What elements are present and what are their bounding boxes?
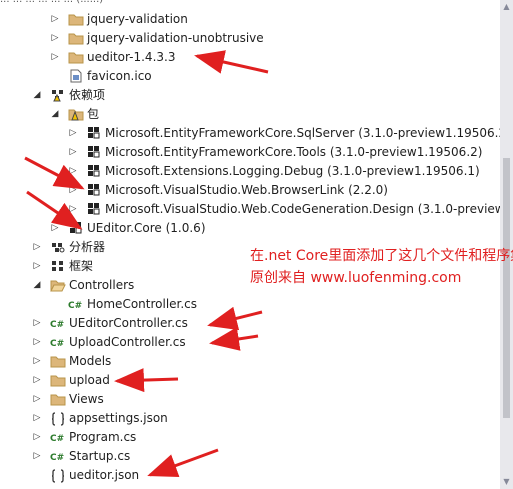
arrow-ueditor-folder [194,50,269,74]
scroll-up-icon[interactable]: ▲ [502,2,511,12]
scroll-down-icon[interactable]: ▼ [502,477,511,487]
arrow-browserlink [24,156,85,190]
arrow-upload-controller [209,327,259,351]
arrow-ueditor-controller [207,306,263,331]
arrow-upload-folder [114,368,179,393]
arrow-ueditor-core [26,190,83,230]
arrow-ueditor-json [147,448,219,477]
annotation-arrows [24,50,269,477]
